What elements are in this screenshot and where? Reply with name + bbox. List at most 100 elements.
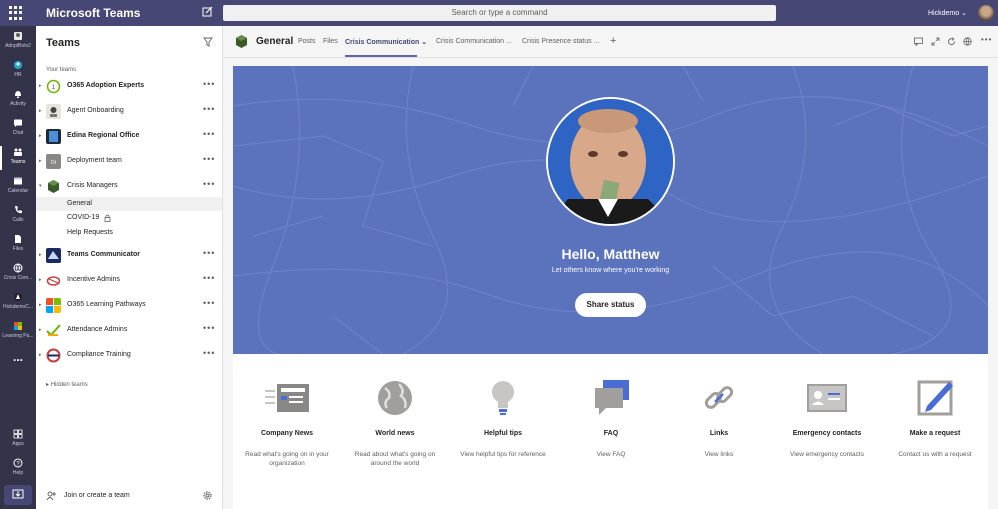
- channel-help-requests[interactable]: Help Requests: [36, 226, 222, 240]
- team-compliance-training[interactable]: ▸ Compliance Training •••: [36, 345, 222, 367]
- tile-company-news[interactable]: Company News Read what's going on in you…: [233, 354, 341, 509]
- team-o365-adoption-experts[interactable]: ▸ 1 O365 Adoption Experts •••: [36, 76, 222, 98]
- join-label: Join or create a team: [64, 492, 130, 499]
- tile-description: Read what's going on in your organizatio…: [245, 451, 329, 467]
- help-icon: ?: [13, 458, 23, 468]
- your-teams-label: Your teams: [46, 67, 77, 73]
- channel-header: General Posts Files Crisis Communication…: [224, 26, 998, 58]
- channel-general[interactable]: General: [36, 197, 222, 211]
- share-status-button[interactable]: Share status: [575, 293, 646, 317]
- teams-pane: Teams Your teams ▸ 1 O365 Adoption Exper…: [36, 26, 223, 509]
- tab-crisis-communication-2[interactable]: Crisis Communication ...: [436, 38, 512, 45]
- tile-title: Emergency contacts: [792, 430, 862, 437]
- more-options-icon[interactable]: •••: [203, 298, 215, 308]
- team-name: Agent Onboarding: [67, 107, 124, 114]
- website-globe-icon[interactable]: [963, 37, 972, 46]
- rail-item-more[interactable]: ...: [0, 350, 36, 378]
- rail-item-adoptbot[interactable]: AdoptBotv2: [0, 28, 36, 56]
- app-launcher-icon[interactable]: [9, 6, 25, 20]
- more-options-icon[interactable]: •••: [203, 323, 215, 333]
- team-edina-regional-office[interactable]: ▸ Edina Regional Office •••: [36, 126, 222, 148]
- join-or-create-team[interactable]: Join or create a team: [46, 488, 216, 504]
- tile-helpful-tips[interactable]: Helpful tips View helpful tips for refer…: [449, 354, 557, 509]
- tile-links[interactable]: Links View links: [665, 354, 773, 509]
- tile-emergency-contacts[interactable]: Emergency contacts View emergency contac…: [773, 354, 881, 509]
- tab-crisis-presence-status[interactable]: Crisis Presence status ...: [522, 38, 599, 45]
- tile-title: Company News: [260, 430, 314, 437]
- more-options-icon[interactable]: •••: [203, 248, 215, 258]
- hidden-teams-toggle[interactable]: ▸ Hidden teams: [46, 381, 88, 388]
- more-options-icon[interactable]: •••: [203, 129, 215, 139]
- rail-item-hr[interactable]: HR: [0, 57, 36, 85]
- more-options-icon[interactable]: •••: [981, 35, 992, 44]
- user-name[interactable]: Hickdemo ⌄: [928, 9, 967, 17]
- rail-item-hickdemo[interactable]: HickdemoC...: [0, 289, 36, 317]
- rail-item-files[interactable]: Files: [0, 231, 36, 259]
- more-options-icon[interactable]: •••: [203, 104, 215, 114]
- rail-item-teams[interactable]: Teams: [0, 144, 36, 172]
- rail-label: AdoptBotv2: [5, 43, 31, 49]
- tile-world-news[interactable]: World news Read about what's going on ar…: [341, 354, 449, 509]
- team-name: Teams Communicator: [67, 251, 140, 258]
- rail-item-learning[interactable]: Learning Pa...: [0, 318, 36, 346]
- more-options-icon[interactable]: •••: [203, 348, 215, 358]
- hidden-teams-label: Hidden teams: [50, 382, 88, 388]
- tile-faq[interactable]: FAQ View FAQ: [557, 354, 665, 509]
- download-button[interactable]: [4, 485, 32, 505]
- rail-label: Files: [12, 246, 24, 252]
- more-options-icon[interactable]: •••: [203, 273, 215, 283]
- rail-label: Learning Pa...: [2, 333, 34, 339]
- tab-posts[interactable]: Posts: [298, 38, 316, 45]
- rail-item-activity[interactable]: Activity: [0, 86, 36, 114]
- conversation-icon[interactable]: [914, 37, 923, 46]
- refresh-icon[interactable]: [947, 37, 956, 46]
- search-input[interactable]: Search or type a command: [223, 5, 776, 21]
- chevron-right-icon: ▸: [39, 302, 42, 308]
- tile-description: View links: [704, 451, 734, 458]
- news-icon: [265, 384, 309, 412]
- team-attendance-admins[interactable]: ▸ Attendance Admins •••: [36, 320, 222, 342]
- more-options-icon[interactable]: •••: [203, 154, 215, 164]
- chevron-right-icon: ▸: [39, 108, 42, 114]
- team-logo-icon: [46, 348, 61, 363]
- link-icon: [704, 386, 734, 409]
- user-avatar[interactable]: [978, 5, 994, 21]
- rail-item-crisis[interactable]: Crisis Com...: [0, 260, 36, 288]
- channel-covid-19[interactable]: COVID-19: [36, 211, 222, 225]
- rail-label: Calendar: [7, 188, 29, 194]
- rail-item-apps[interactable]: Apps: [0, 426, 36, 454]
- learning-icon: [14, 322, 22, 330]
- greeting-heading: Hello, Matthew: [561, 246, 660, 262]
- team-logo-icon: [46, 324, 61, 337]
- chevron-right-icon: ▸: [39, 277, 42, 283]
- more-options-icon[interactable]: •••: [203, 179, 215, 189]
- team-logo-icon: Dt: [46, 154, 61, 169]
- team-agent-onboarding[interactable]: ▸ Agent Onboarding •••: [36, 101, 222, 123]
- filter-icon[interactable]: [203, 37, 213, 47]
- tab-crisis-communication[interactable]: Crisis Communication ⌄: [345, 38, 427, 46]
- team-deployment-team[interactable]: ▸ Dt Deployment team •••: [36, 151, 222, 173]
- rail-item-calendar[interactable]: Calendar: [0, 173, 36, 201]
- compose-icon[interactable]: [202, 6, 213, 17]
- tile-make-a-request[interactable]: Make a request Contact us with a request: [881, 354, 989, 509]
- app-icon: [14, 293, 22, 301]
- team-incentive-admins[interactable]: ▸ Incentive Admins •••: [36, 270, 222, 292]
- add-tab-button[interactable]: +: [610, 35, 616, 47]
- app-rail: AdoptBotv2 HR Activity Chat Teams Calend…: [0, 26, 36, 509]
- team-crisis-managers[interactable]: ▾ Crisis Managers •••: [36, 176, 222, 198]
- rail-label: Calls: [12, 217, 24, 223]
- team-logo-icon: [46, 276, 61, 286]
- rail-label: Apps: [12, 441, 24, 447]
- settings-gear-icon[interactable]: [202, 490, 213, 501]
- more-options-icon[interactable]: •••: [203, 79, 215, 89]
- rail-item-help[interactable]: ? Help: [0, 455, 36, 483]
- rail-item-chat[interactable]: Chat: [0, 115, 36, 143]
- tile-title: World news: [375, 430, 415, 437]
- tab-files[interactable]: Files: [323, 38, 338, 45]
- user-profile-photo: [546, 97, 675, 226]
- join-team-icon: [46, 491, 56, 501]
- rail-item-calls[interactable]: Calls: [0, 202, 36, 230]
- team-teams-communicator[interactable]: ▸ Teams Communicator •••: [36, 245, 222, 267]
- team-o365-learning-pathways[interactable]: ▸ O365 Learning Pathways •••: [36, 295, 222, 317]
- expand-icon[interactable]: [931, 37, 940, 46]
